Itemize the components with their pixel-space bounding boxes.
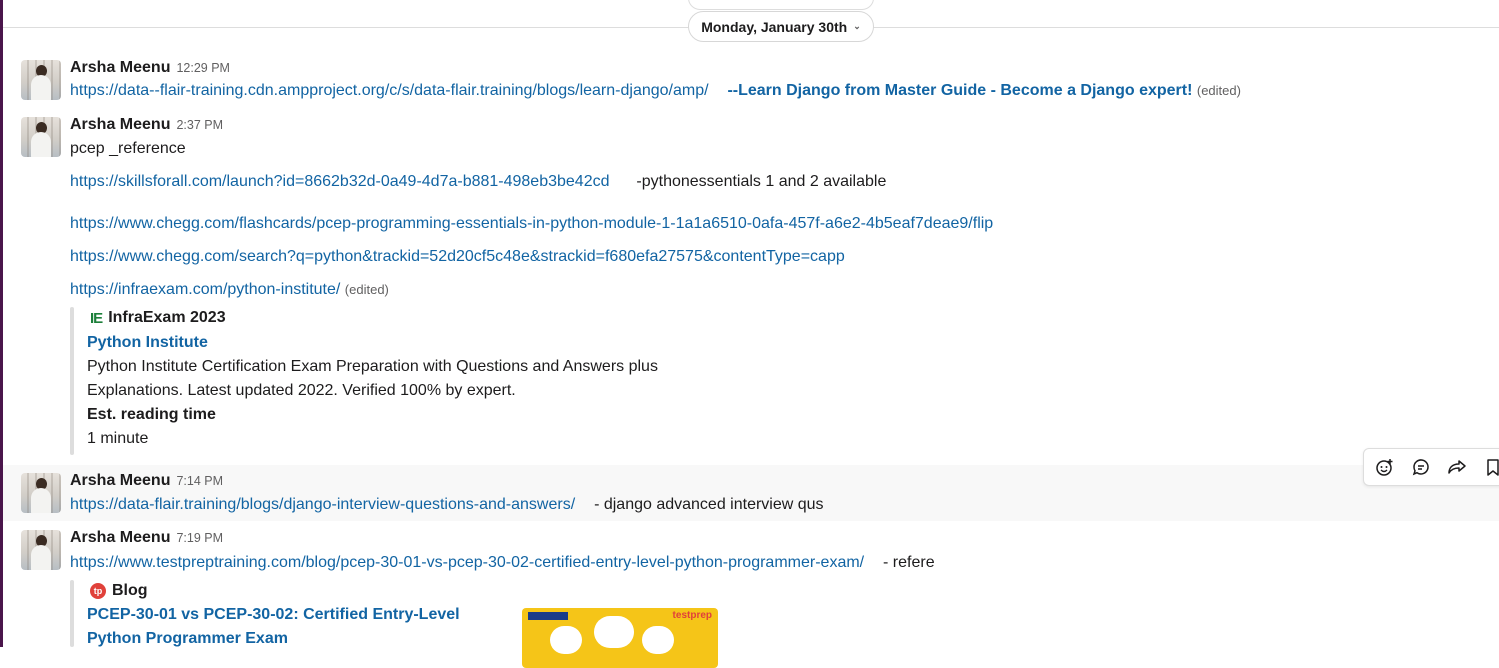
reply-in-thread-icon[interactable] (1408, 454, 1434, 480)
link-note: - refere (883, 554, 935, 571)
message-link[interactable]: https://data-flair.training/blogs/django… (70, 496, 575, 513)
author-name[interactable]: Arsha Meenu (70, 472, 170, 489)
message-link[interactable]: https://www.chegg.com/flashcards/pcep-pr… (70, 215, 993, 232)
message-link[interactable]: https://infraexam.com/python-institute/ (70, 281, 340, 298)
infraexam-logo-icon: IE (90, 309, 103, 327)
thumbnail-label: testprep (672, 610, 712, 621)
timestamp[interactable]: 7:19 PM (176, 531, 223, 545)
save-for-later-icon[interactable] (1480, 454, 1499, 480)
previous-date-divider[interactable] (688, 0, 874, 10)
attachment-description: Explanations. Latest updated 2022. Verif… (87, 382, 516, 399)
attachment-title[interactable]: Python Institute (87, 334, 208, 352)
chevron-down-icon: ⌄ (853, 21, 861, 31)
attachment-bar (70, 307, 74, 455)
attachment-source-name: InfraExam 2023 (108, 309, 226, 326)
date-divider-label: Monday, January 30th (701, 18, 848, 35)
attachment-title[interactable]: PCEP-30-01 vs PCEP-30-02: Certified Entr… (87, 606, 460, 624)
link-note: - django advanced interview qus (594, 496, 824, 513)
message-actions-toolbar (1363, 448, 1499, 486)
add-reaction-icon[interactable] (1372, 454, 1398, 480)
message-header: Arsha Meenu 7:19 PM (70, 529, 223, 547)
date-divider-button[interactable]: Monday, January 30th ⌄ (688, 11, 874, 42)
attachment-field-value: 1 minute (87, 430, 149, 447)
avatar[interactable] (21, 473, 61, 513)
message-bold-link[interactable]: --Learn Django from Master Guide - Becom… (727, 82, 1192, 99)
edited-label: (edited) (1196, 83, 1241, 98)
attachment-thumbnail[interactable]: testprep (522, 608, 718, 668)
message-body: https://data--flair-training.cdn.ampproj… (70, 82, 1241, 100)
avatar[interactable] (21, 117, 61, 157)
timestamp[interactable]: 12:29 PM (176, 61, 230, 75)
avatar[interactable] (21, 60, 61, 100)
message-header: Arsha Meenu 12:29 PM (70, 59, 230, 77)
message-text: pcep _reference (70, 140, 186, 157)
timestamp[interactable]: 7:14 PM (176, 474, 223, 488)
attachment-bar (70, 580, 74, 647)
attachment-description: Python Institute Certification Exam Prep… (87, 358, 658, 375)
testprep-logo-icon: tp (90, 583, 106, 599)
message-link[interactable]: https://skillsforall.com/launch?id=8662b… (70, 173, 610, 190)
author-name[interactable]: Arsha Meenu (70, 59, 170, 76)
message-link[interactable]: https://data--flair-training.cdn.ampproj… (70, 82, 709, 99)
edited-label: (edited) (344, 282, 389, 297)
message-link[interactable]: https://www.testpreptraining.com/blog/pc… (70, 554, 864, 571)
timestamp[interactable]: 2:37 PM (176, 118, 223, 132)
message-body: https://skillsforall.com/launch?id=8662b… (70, 173, 886, 191)
link-note: -pythonessentials 1 and 2 available (636, 173, 887, 190)
attachment-source: IE InfraExam 2023 (90, 309, 226, 327)
message-body: https://data-flair.training/blogs/django… (70, 496, 824, 514)
share-message-icon[interactable] (1444, 454, 1470, 480)
attachment-title[interactable]: Python Programmer Exam (87, 630, 288, 648)
message-link[interactable]: https://www.chegg.com/search?q=python&tr… (70, 248, 845, 265)
message-body: https://www.testpreptraining.com/blog/pc… (70, 554, 935, 572)
message-header: Arsha Meenu 2:37 PM (70, 116, 223, 134)
author-name[interactable]: Arsha Meenu (70, 116, 170, 133)
attachment-source-name: Blog (112, 582, 148, 599)
author-name[interactable]: Arsha Meenu (70, 529, 170, 546)
message-header: Arsha Meenu 7:14 PM (70, 472, 223, 490)
attachment-field-label: Est. reading time (87, 406, 216, 423)
attachment-source: tp Blog (90, 582, 148, 600)
avatar[interactable] (21, 530, 61, 570)
